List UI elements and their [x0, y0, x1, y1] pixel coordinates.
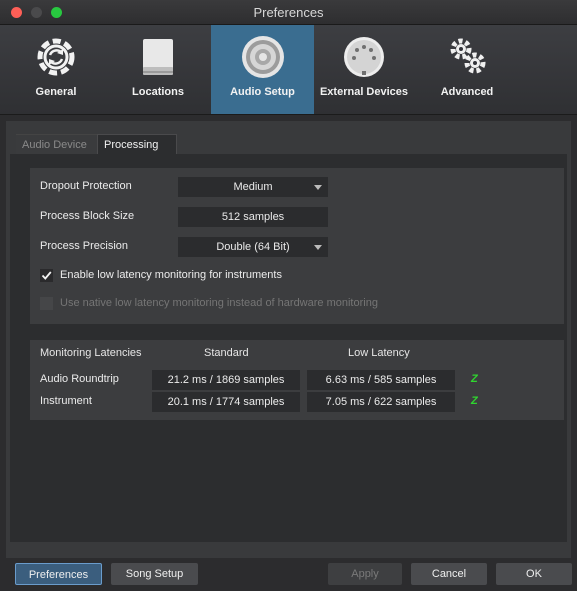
dropout-protection-select[interactable]: Medium	[178, 177, 328, 197]
processing-content: Dropout Protection Medium Process Block …	[10, 154, 567, 542]
window-title: Preferences	[253, 5, 324, 20]
cancel-button[interactable]: Cancel	[411, 563, 487, 585]
monitoring-latencies-group: Monitoring Latencies Standard Low Latenc…	[30, 340, 564, 420]
process-precision-label: Process Precision	[40, 240, 129, 252]
dropout-protection-label: Dropout Protection	[40, 180, 132, 192]
standard-column-header: Standard	[204, 347, 249, 359]
chevron-down-icon	[314, 245, 322, 250]
midi-connector-icon	[344, 37, 384, 77]
toolbar-general-label: General	[35, 86, 77, 98]
process-block-size-value: 512 samples	[221, 211, 285, 223]
settings-panel: Audio Device Processing Dropout Protecti…	[6, 121, 571, 558]
audio-roundtrip-low-value: 6.63 ms / 585 samples	[307, 370, 455, 390]
z-indicator-icon: Z	[471, 373, 478, 385]
audio-roundtrip-label: Audio Roundtrip	[40, 373, 119, 385]
low-latency-checkbox[interactable]	[40, 269, 53, 282]
toolbar-external-devices-label: External Devices	[319, 86, 409, 98]
process-precision-select[interactable]: Double (64 Bit)	[178, 237, 328, 257]
tab-processing[interactable]: Processing	[97, 134, 177, 155]
toolbar-general[interactable]: General	[10, 25, 102, 114]
speaker-icon	[241, 36, 284, 78]
preferences-button[interactable]: Preferences	[15, 563, 102, 585]
low-latency-column-header: Low Latency	[348, 347, 410, 359]
z-indicator-icon: Z	[471, 395, 478, 407]
native-monitoring-label: Use native low latency monitoring instea…	[60, 297, 378, 309]
process-precision-value: Double (64 Bit)	[216, 241, 290, 253]
process-block-size-label: Process Block Size	[40, 210, 135, 222]
instrument-label: Instrument	[40, 395, 92, 407]
ok-button[interactable]: OK	[496, 563, 572, 585]
apply-button[interactable]: Apply	[328, 563, 402, 585]
tab-audio-device[interactable]: Audio Device	[16, 134, 98, 155]
audio-roundtrip-standard-value: 21.2 ms / 1869 samples	[152, 370, 300, 390]
native-monitoring-checkbox[interactable]	[40, 297, 53, 310]
low-latency-label: Enable low latency monitoring for instru…	[60, 269, 282, 281]
title-bar: Preferences	[0, 0, 577, 25]
checkmark-icon	[41, 271, 52, 280]
toolbar-audio-setup-label: Audio Setup	[230, 86, 295, 98]
chevron-down-icon	[314, 185, 322, 190]
toolbar-external-devices[interactable]: External Devices	[316, 25, 412, 114]
gears-icon	[450, 38, 486, 74]
monitoring-latencies-header: Monitoring Latencies	[40, 347, 142, 359]
instrument-standard-value: 20.1 ms / 1774 samples	[152, 392, 300, 412]
preferences-toolbar: General Locations Audio Setup External D…	[0, 25, 577, 115]
dropout-protection-value: Medium	[233, 181, 273, 193]
song-setup-button[interactable]: Song Setup	[111, 563, 198, 585]
toolbar-locations[interactable]: Locations	[112, 25, 204, 114]
general-gear-cycle-icon	[37, 38, 75, 76]
toolbar-audio-setup[interactable]: Audio Setup	[211, 25, 314, 114]
process-block-size-field[interactable]: 512 samples	[178, 207, 328, 227]
toolbar-advanced[interactable]: Advanced	[424, 25, 510, 114]
toolbar-locations-label: Locations	[132, 86, 184, 98]
processing-options-group: Dropout Protection Medium Process Block …	[30, 168, 564, 324]
drive-icon	[143, 39, 173, 75]
instrument-low-value: 7.05 ms / 622 samples	[307, 392, 455, 412]
toolbar-advanced-label: Advanced	[440, 86, 494, 98]
